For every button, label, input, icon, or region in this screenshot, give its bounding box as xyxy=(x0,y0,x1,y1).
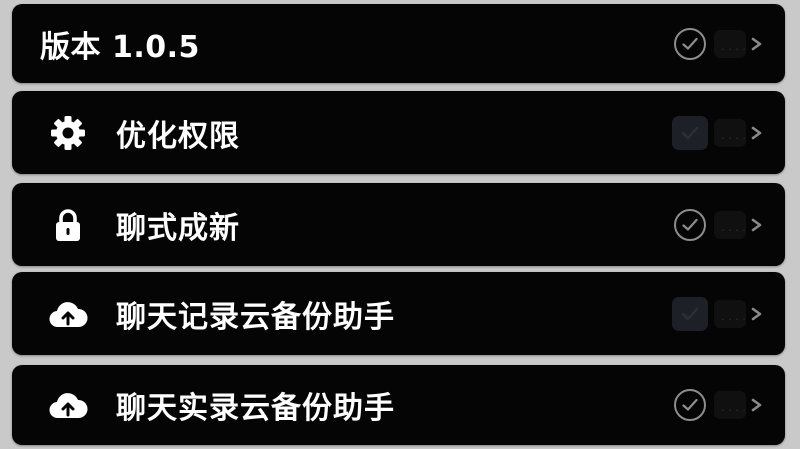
chat-record-backup-row[interactable]: 聊天记录云备份助手 .... xyxy=(12,272,785,355)
chevron-right-icon xyxy=(751,307,762,320)
check-circle-icon[interactable] xyxy=(674,208,706,241)
chat-record-backup-label: 聊天记录云备份助手 xyxy=(116,299,395,335)
row-toggle[interactable]: .... xyxy=(714,299,747,328)
gear-icon xyxy=(48,113,88,153)
row-toggle[interactable]: .... xyxy=(714,391,747,419)
chevron-right-icon xyxy=(751,218,762,231)
row-toggle[interactable]: .... xyxy=(714,118,747,147)
chevron-right-icon xyxy=(751,398,762,412)
cloud-upload-icon xyxy=(48,385,88,425)
version-label: 版本 1.0.5 xyxy=(40,29,200,65)
row-toggle[interactable]: .... xyxy=(714,29,747,58)
version-row[interactable]: 版本 1.0.5 .... xyxy=(12,4,785,83)
lock-label: 聊式成新 xyxy=(116,210,240,246)
check-circle-icon[interactable] xyxy=(674,389,706,421)
chat-live-backup-row[interactable]: 聊天实录云备份助手 .... xyxy=(12,365,785,445)
check-circle-icon[interactable] xyxy=(674,27,706,60)
settings-list: 版本 1.0.5 .... 优化权限 .... 聊式成新 .... 聊天记录云备… xyxy=(0,0,800,449)
optimize-permissions-row[interactable]: 优化权限 .... xyxy=(12,91,785,174)
lock-row[interactable]: 聊式成新 .... xyxy=(12,183,785,266)
checkbox-filled-icon[interactable] xyxy=(672,296,708,331)
lock-icon xyxy=(48,205,88,245)
row-toggle[interactable]: .... xyxy=(714,210,747,239)
cloud-upload-icon xyxy=(48,294,88,334)
checkbox-filled-icon[interactable] xyxy=(672,115,708,150)
chat-live-backup-label: 聊天实录云备份助手 xyxy=(116,391,395,426)
chevron-right-icon xyxy=(751,37,762,50)
optimize-permissions-label: 优化权限 xyxy=(116,118,240,154)
chevron-right-icon xyxy=(751,126,762,139)
